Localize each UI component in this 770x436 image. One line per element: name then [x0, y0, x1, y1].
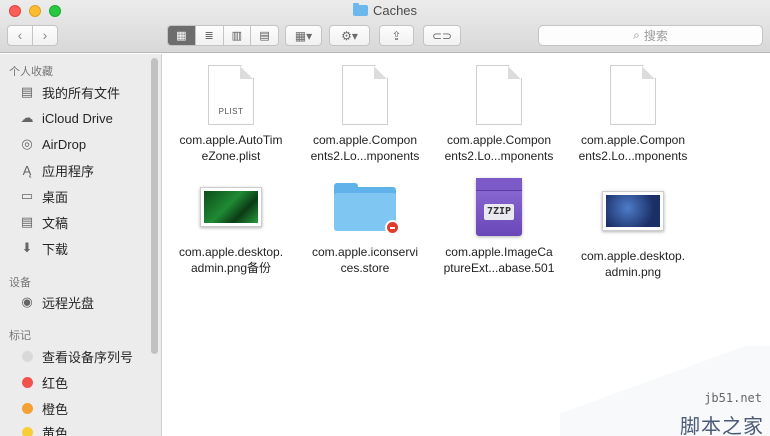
no-access-badge-icon [385, 220, 400, 235]
sidebar-item-label: 桌面 [42, 189, 69, 205]
view-mode-control: ▦ ≣ ▥ ▤ [167, 25, 279, 46]
sidebar-tag-serial[interactable]: 查看设备序列号 [18, 346, 133, 366]
file-name: com.apple.iconservi ces.store [311, 245, 419, 275]
downloads-icon: ⬇ [21, 240, 33, 255]
file-name: com.apple.desktop. admin.png [580, 249, 686, 279]
file-name: com.apple.AutoTim eZone.plist [179, 133, 283, 163]
file-item[interactable]: com.apple.Compon ents2.Lo...mponents [298, 60, 432, 164]
share-icon: ⇪ [391, 28, 402, 43]
sidebar-item-label: 下载 [42, 241, 69, 257]
sidebar-tag-red[interactable]: 红色 [18, 372, 68, 392]
sidebar-item-desktop[interactable]: ▭ 桌面 [18, 186, 68, 206]
document-file-icon [342, 65, 388, 125]
back-forward-control: ‹ › [7, 25, 58, 46]
7zip-archive-icon: 7ZIP [476, 178, 522, 236]
tag-color-dot [22, 426, 33, 436]
sidebar-item-label: 橙色 [42, 401, 69, 417]
sidebar-item-label: 应用程序 [42, 163, 95, 179]
sidebar-tag-yellow[interactable]: 黄色 [18, 422, 68, 436]
search-icon: ⌕ [633, 28, 640, 42]
back-button[interactable]: ‹ [8, 26, 32, 45]
sidebar-item-label: 黄色 [42, 425, 69, 436]
image-thumbnail-icon [602, 191, 664, 231]
desktop-icon: ▭ [20, 188, 34, 203]
gear-icon: ⚙▾ [341, 28, 358, 43]
icon-view-button[interactable]: ▦ [168, 26, 195, 45]
file-item[interactable]: PLIST com.apple.AutoTim eZone.plist [164, 60, 298, 164]
sidebar-scrollbar[interactable] [151, 58, 158, 354]
sidebar-item-icloud-drive[interactable]: ☁ iCloud Drive [18, 108, 113, 128]
documents-icon: ▤ [20, 214, 34, 229]
arrange-button[interactable]: ▦▾ [285, 25, 322, 46]
action-button[interactable]: ⚙▾ [329, 25, 370, 46]
share-button[interactable]: ⇪ [379, 25, 414, 46]
remote-disc-icon: ◉ [21, 294, 33, 309]
sidebar-item-label: 我的所有文件 [42, 85, 121, 101]
watermark-text: 脚本之家 [680, 416, 764, 436]
tag-color-dot [22, 402, 33, 414]
folder-icon [334, 183, 400, 235]
file-item[interactable]: com.apple.iconservi ces.store [298, 172, 432, 276]
tags-heading: 标记 [9, 330, 31, 342]
applications-icon: Ą [22, 162, 32, 178]
document-file-icon [610, 65, 656, 125]
tag-color-dot [22, 350, 33, 362]
sidebar-item-label: 远程光盘 [42, 295, 95, 311]
file-item[interactable]: com.apple.Compon ents2.Lo...mponents [566, 60, 700, 164]
arrange-icon: ▦▾ [294, 28, 313, 43]
file-name: com.apple.ImageCa ptureExt...abase.501 [443, 245, 555, 275]
window-title: Caches [0, 3, 770, 18]
devices-heading: 设备 [9, 277, 31, 289]
folder-icon [352, 3, 368, 16]
sidebar-item-downloads[interactable]: ⬇ 下载 [18, 238, 68, 258]
sidebar-item-label: 文稿 [42, 215, 69, 231]
search-placeholder: 搜索 [643, 29, 668, 43]
cloud-icon: ☁ [20, 110, 34, 125]
tag-icon: ⊂⊃ [431, 28, 453, 43]
column-view-button[interactable]: ▥ [222, 26, 251, 45]
forward-button[interactable]: › [32, 26, 57, 45]
file-name: com.apple.Compon ents2.Lo...mponents [578, 133, 688, 163]
sidebar-item-label: iCloud Drive [42, 110, 113, 126]
file-item[interactable]: com.apple.desktop. admin.png备份 [164, 172, 298, 276]
file-name: com.apple.Compon ents2.Lo...mponents [444, 133, 554, 163]
sidebar-item-documents[interactable]: ▤ 文稿 [18, 212, 68, 232]
all-files-icon: ▤ [20, 84, 34, 99]
sidebar-tag-orange[interactable]: 橙色 [18, 398, 68, 418]
sidebar-item-label: AirDrop [42, 136, 87, 152]
plist-file-icon: PLIST [208, 65, 254, 125]
sidebar-item-remote-disc[interactable]: ◉ 远程光盘 [18, 292, 94, 312]
file-item[interactable]: 7ZIP com.apple.ImageCa ptureExt...abase.5… [432, 172, 566, 276]
file-name: com.apple.desktop. admin.png备份 [178, 245, 284, 275]
sidebar-item-label: 红色 [42, 375, 69, 391]
file-item[interactable]: com.apple.desktop. admin.png [566, 176, 700, 280]
sidebar-item-airdrop[interactable]: ◎ AirDrop [18, 134, 86, 154]
image-thumbnail-icon [200, 187, 262, 227]
sidebar-item-label: 查看设备序列号 [42, 349, 134, 365]
window-title-text: Caches [372, 3, 418, 18]
edit-tags-button[interactable]: ⊂⊃ [423, 25, 461, 46]
cover-flow-button[interactable]: ▤ [250, 26, 278, 45]
airdrop-icon: ◎ [21, 136, 33, 151]
favorites-heading: 个人收藏 [9, 66, 53, 78]
sidebar-item-applications[interactable]: Ą 应用程序 [18, 160, 94, 180]
file-item[interactable]: com.apple.Compon ents2.Lo...mponents [432, 60, 566, 164]
document-file-icon [476, 65, 522, 125]
sidebar-item-all-files[interactable]: ▤ 我的所有文件 [18, 82, 120, 102]
file-name: com.apple.Compon ents2.Lo...mponents [310, 133, 420, 163]
watermark-url: jb51.net [704, 391, 762, 405]
sidebar: 个人收藏 ▤ 我的所有文件 ☁ iCloud Drive ◎ AirDrop Ą… [0, 54, 162, 436]
search-field[interactable]: ⌕ 搜索 [538, 25, 763, 46]
tag-color-dot [22, 376, 33, 388]
list-view-button[interactable]: ≣ [194, 26, 223, 45]
window-toolbar: Caches ‹ › ▦ ≣ ▥ ▤ ▦▾ ⚙▾ ⇪ ⊂⊃ ⌕ 搜索 [0, 0, 770, 53]
